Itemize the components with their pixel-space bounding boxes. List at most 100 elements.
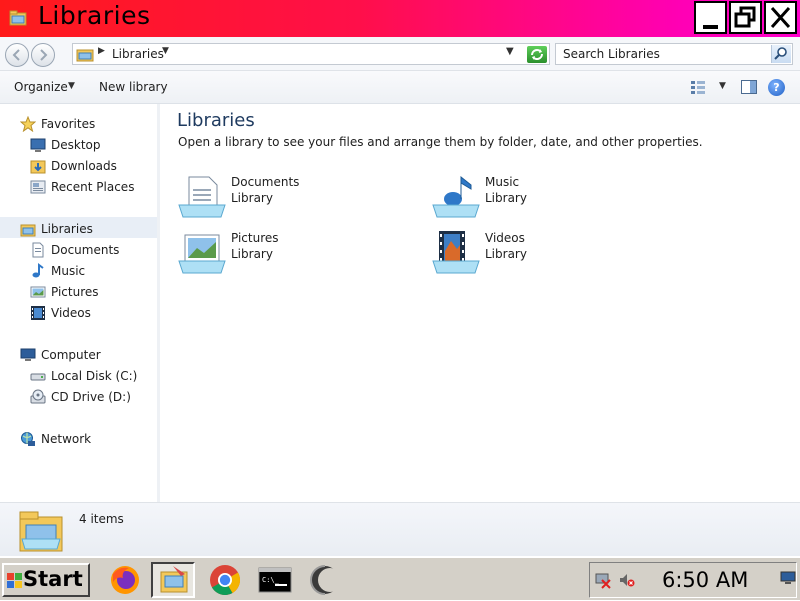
taskbar: Start C:\_ 6:50 AM [0, 556, 800, 600]
page-description: Open a library to see your files and arr… [178, 135, 703, 149]
library-videos[interactable]: Videos Library [431, 231, 661, 281]
breadcrumb-dropdown-icon[interactable]: ▼ [162, 46, 169, 56]
moon-app-icon [310, 565, 342, 595]
hard-disk-icon [30, 373, 46, 381]
library-pictures[interactable]: Pictures Library [177, 231, 407, 281]
search-icon [774, 47, 787, 60]
taskbar-moon-app[interactable] [303, 562, 347, 598]
organize-dropdown-icon[interactable]: ▼ [68, 81, 75, 91]
chrome-icon [210, 565, 240, 596]
search-placeholder: Search Libraries [563, 47, 660, 61]
monitor-icon[interactable] [780, 570, 796, 586]
library-documents[interactable]: Documents Library [177, 175, 407, 225]
volume-muted-icon[interactable] [618, 571, 636, 589]
taskbar-command-prompt[interactable]: C:\_ [253, 562, 297, 598]
taskbar-libraries-explorer[interactable] [151, 562, 195, 598]
close-icon [770, 6, 791, 29]
cd-drive-icon [30, 389, 46, 404]
library-name: Music [485, 175, 520, 189]
back-arrow-icon [12, 49, 20, 61]
view-dropdown-icon[interactable]: ▼ [719, 81, 726, 91]
downloads-folder-icon [30, 160, 46, 174]
refresh-icon [531, 49, 543, 60]
library-name: Pictures [231, 231, 279, 245]
sidebar-label: Music [51, 264, 86, 278]
libraries-folder-icon [9, 10, 27, 26]
library-music[interactable]: Music Library [431, 175, 661, 225]
clock[interactable]: 6:50 AM [662, 568, 748, 592]
search-button[interactable] [771, 45, 791, 63]
taskbar-chrome[interactable] [203, 562, 247, 598]
taskbar-firefox[interactable] [103, 562, 147, 598]
pictures-library-icon [178, 234, 226, 274]
music-library-icon [432, 175, 480, 218]
sidebar-label: Local Disk (C:) [51, 369, 138, 383]
forward-arrow-icon [40, 49, 48, 61]
sidebar-label: Pictures [51, 285, 99, 299]
search-input[interactable]: Search Libraries [555, 43, 793, 65]
start-label: Start [23, 567, 83, 591]
recent-places-icon [30, 180, 46, 194]
sidebar-label: CD Drive (D:) [51, 390, 131, 404]
library-type: Library [485, 191, 527, 205]
sidebar-label: Computer [41, 348, 101, 362]
title-bar: Libraries [0, 0, 800, 37]
preview-pane-icon[interactable] [741, 80, 757, 94]
libraries-icon [20, 224, 36, 237]
navigation-bar: ▶ Libraries ▼ ▼ Search Libraries [0, 37, 800, 71]
computer-icon [20, 348, 36, 361]
library-type: Library [231, 247, 273, 261]
network-globe-icon [21, 432, 35, 446]
change-view-icon[interactable] [690, 80, 706, 94]
sidebar-label: Network [41, 432, 92, 446]
library-name: Videos [485, 231, 525, 245]
sidebar-label: Favorites [41, 117, 96, 131]
breadcrumb-libraries[interactable]: Libraries [112, 47, 164, 61]
window-title: Libraries [38, 1, 151, 30]
command-prompt-icon: C:\_ [258, 567, 292, 593]
library-type: Library [231, 191, 273, 205]
sidebar-label: Downloads [51, 159, 117, 173]
address-bar[interactable]: ▶ Libraries ▼ ▼ [72, 43, 550, 65]
new-library-button[interactable]: New library [99, 80, 168, 94]
star-icon [20, 116, 36, 132]
videos-library-icon [432, 231, 480, 274]
close-button[interactable] [764, 1, 797, 34]
address-history-dropdown-icon[interactable]: ▼ [506, 46, 514, 57]
minimize-button[interactable] [694, 1, 727, 34]
minimize-icon [703, 25, 718, 29]
libraries-explorer-icon [160, 566, 188, 593]
library-type: Library [485, 247, 527, 261]
start-button[interactable]: Start [2, 563, 90, 597]
back-button[interactable] [5, 43, 29, 67]
windows-logo-icon [7, 573, 22, 588]
pictures-icon [30, 286, 46, 298]
item-count: 4 items [79, 512, 124, 526]
libraries-icon [76, 49, 94, 62]
refresh-button[interactable] [527, 46, 547, 63]
documents-icon [32, 242, 44, 258]
music-note-icon [32, 263, 44, 278]
command-bar: Organize ▼ New library ▼ ? [0, 71, 800, 104]
restore-icon [734, 6, 756, 28]
maximize-button[interactable] [729, 1, 762, 34]
organize-button[interactable]: Organize [14, 80, 68, 94]
breadcrumb-chevron-icon[interactable]: ▶ [98, 46, 105, 56]
sidebar-label: Documents [51, 243, 120, 257]
system-tray: 6:50 AM [589, 562, 797, 598]
content-pane [160, 104, 800, 502]
library-name: Documents [231, 175, 300, 189]
sidebar-label: Recent Places [51, 180, 135, 194]
libraries-large-icon [19, 511, 63, 552]
sidebar-label: Desktop [51, 138, 101, 152]
desktop-icon [30, 138, 46, 152]
sidebar-label: Libraries [41, 222, 93, 236]
videos-film-icon [31, 306, 45, 320]
firefox-icon [111, 566, 139, 594]
documents-library-icon [178, 176, 226, 218]
help-icon[interactable]: ? [768, 79, 785, 96]
svg-text:C:\_: C:\_ [262, 576, 280, 584]
network-disconnected-icon[interactable] [594, 571, 612, 589]
forward-button[interactable] [31, 43, 55, 67]
sidebar-label: Videos [51, 306, 91, 320]
